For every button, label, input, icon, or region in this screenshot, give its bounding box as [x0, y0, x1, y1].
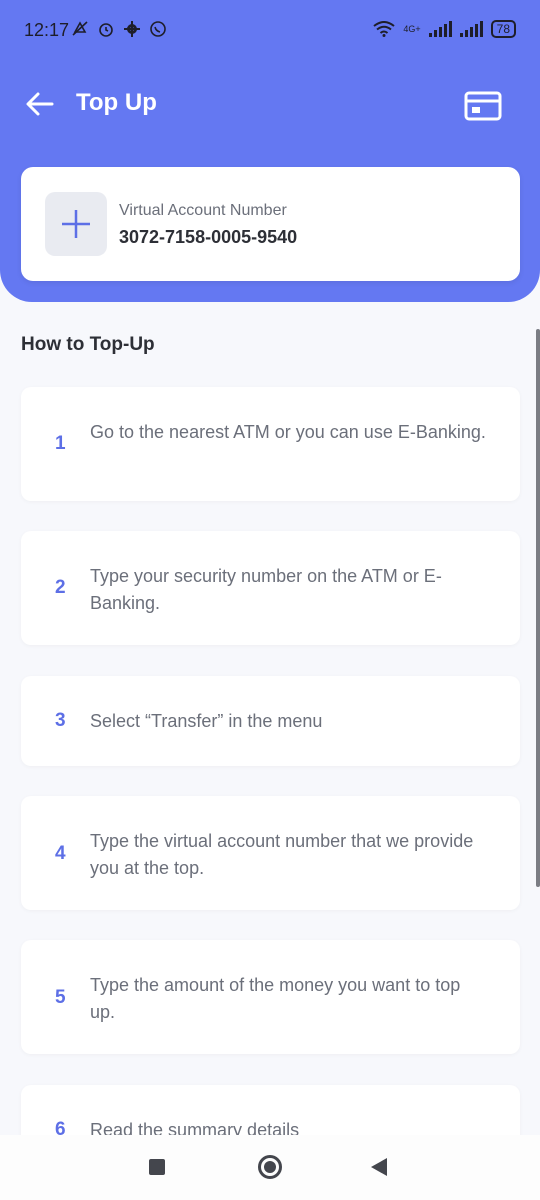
- step-text: Type your security number on the ATM or …: [90, 566, 442, 613]
- step-card: 2 Type your security number on the ATM o…: [21, 531, 520, 645]
- step-card: 4 Type the virtual account number that w…: [21, 796, 520, 910]
- step-number: 5: [55, 987, 66, 1008]
- step-card: 1 Go to the nearest ATM or you can use E…: [21, 387, 520, 501]
- recent-apps-button[interactable]: [149, 1159, 165, 1175]
- virtual-account-card: Virtual Account Number 3072-7158-0005-95…: [21, 167, 520, 281]
- scrollbar[interactable]: [536, 329, 540, 887]
- back-button[interactable]: [24, 88, 56, 120]
- status-time: 12:17: [24, 20, 70, 40]
- signal-icon-secondary: [459, 21, 483, 37]
- page-title: Top Up: [76, 89, 157, 116]
- step-card: 5 Type the amount of the money you want …: [21, 940, 520, 1054]
- step-text: Type the virtual account number that we …: [90, 831, 474, 878]
- system-navigation-bar: [0, 1135, 540, 1200]
- plus-icon: [62, 210, 90, 238]
- virtual-account-number: 3072-7158-0005-9540: [119, 227, 298, 247]
- mute-icon: [70, 20, 90, 43]
- virtual-account-label: Virtual Account Number: [119, 202, 287, 219]
- battery-icon: 78: [490, 20, 516, 38]
- network-type: 4G+: [403, 24, 421, 34]
- step-card: 3 Select “Transfer” in the menu: [21, 676, 520, 766]
- alarm-icon: [96, 20, 116, 43]
- whatsapp-icon: [148, 20, 168, 43]
- step-number: 1: [55, 433, 66, 454]
- credit-card-icon: [464, 91, 502, 121]
- settings-icon: [122, 20, 142, 43]
- arrow-left-icon: [26, 92, 54, 116]
- step-text: Type the amount of the money you want to…: [90, 975, 461, 1022]
- step-text: Go to the nearest ATM or you can use E-B…: [90, 422, 486, 442]
- status-notification-icons: [70, 20, 168, 43]
- step-text: Select “Transfer” in the menu: [90, 711, 323, 731]
- section-title: How to Top-Up: [21, 334, 155, 355]
- home-button[interactable]: [258, 1155, 282, 1179]
- status-system-icons: 4G+ 78: [373, 20, 516, 38]
- step-number: 3: [55, 710, 66, 731]
- card-button[interactable]: [464, 90, 502, 122]
- status-bar: 12:17 4G+ 78: [0, 0, 540, 64]
- step-number: 2: [55, 577, 66, 598]
- step-number: 4: [55, 843, 66, 864]
- signal-icon: [428, 21, 452, 37]
- wifi-icon: [373, 21, 395, 37]
- add-button[interactable]: [45, 192, 107, 256]
- system-back-button[interactable]: [371, 1158, 387, 1176]
